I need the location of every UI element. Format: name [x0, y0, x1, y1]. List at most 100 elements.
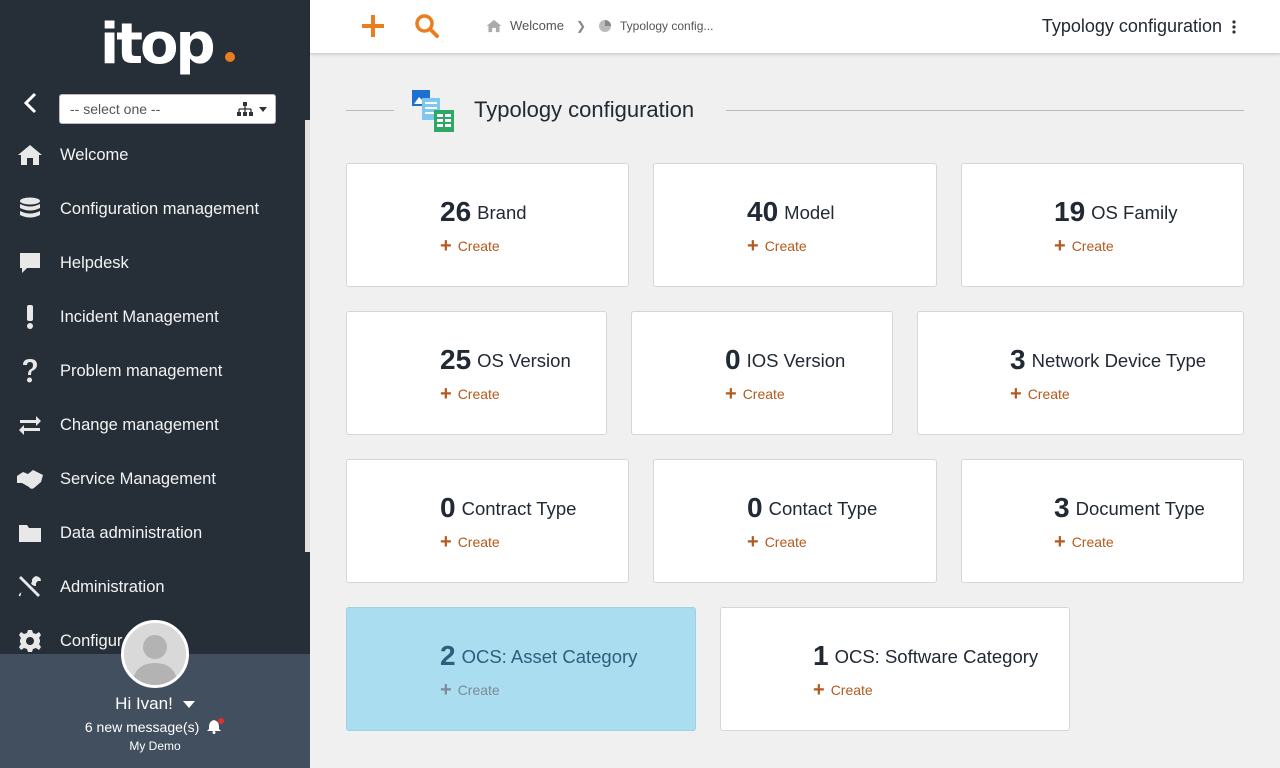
card-os-version[interactable]: 25 OS Version + Create — [346, 311, 607, 435]
sidebar-scrollbar[interactable] — [305, 120, 310, 552]
card-contact-type[interactable]: 0 Contact Type + Create — [653, 459, 937, 583]
create-brand-link[interactable]: + Create — [440, 235, 500, 257]
create-document-type-link[interactable]: + Create — [1054, 531, 1114, 553]
card-title: 3 Network Device Type — [1010, 344, 1206, 376]
card-brand[interactable]: 26 Brand + Create — [346, 163, 629, 287]
card-title: 0 Contact Type — [747, 492, 877, 524]
card-count: 0 — [725, 344, 741, 375]
card-count: 3 — [1010, 344, 1026, 375]
main-menu: Welcome Configuration management Helpdes… — [0, 128, 305, 668]
avatar[interactable] — [121, 620, 189, 688]
card-ocs-software-category[interactable]: 1 OCS: Software Category + Create — [720, 607, 1070, 731]
bell-icon — [207, 718, 225, 734]
create-label: Create — [1027, 386, 1070, 402]
create-os-family-link[interactable]: + Create — [1054, 236, 1114, 256]
card-count: 1 — [813, 640, 829, 671]
card-network-device-type[interactable]: 3 Network Device Type + Create — [917, 311, 1244, 435]
section-header: Typology configuration — [346, 86, 1244, 136]
create-label: Create — [764, 238, 807, 254]
card-ios-version[interactable]: 0 IOS Version + Create — [631, 311, 893, 435]
more-actions-icon[interactable] — [1232, 19, 1236, 35]
card-label: Model — [784, 202, 835, 223]
create-network-device-type-link[interactable]: + Create — [1010, 384, 1070, 404]
new-object-button[interactable] — [360, 13, 386, 39]
menu-item-administration[interactable]: Administration — [0, 560, 305, 614]
menu-item-label: Configuration management — [60, 199, 260, 218]
card-title: 19 OS Family — [1054, 196, 1178, 228]
menu-item-welcome[interactable]: Welcome — [0, 128, 305, 182]
menu-item-data-administration[interactable]: Data administration — [0, 506, 305, 560]
breadcrumb-welcome[interactable]: Welcome — [486, 18, 564, 33]
plus-icon — [362, 15, 384, 37]
messages-text: 6 new message(s) — [84, 719, 200, 735]
card-count: 26 — [440, 196, 472, 227]
card-count: 25 — [440, 344, 472, 375]
user-silhouette-icon — [124, 623, 186, 685]
card-model[interactable]: 40 Model + Create — [653, 163, 937, 287]
create-label: Create — [457, 682, 500, 698]
menu-item-label: Welcome — [60, 145, 129, 164]
menu-item-change-management[interactable]: Change management — [0, 398, 305, 452]
plus-icon: + — [813, 679, 825, 701]
create-model-link[interactable]: + Create — [747, 235, 807, 257]
plus-icon: + — [440, 531, 452, 553]
create-contract-type-link[interactable]: + Create — [440, 531, 500, 553]
menu-item-helpdesk[interactable]: Helpdesk — [0, 236, 305, 290]
breadcrumb-typology[interactable]: Typology config... — [598, 19, 713, 33]
card-title: 40 Model — [747, 196, 835, 228]
plus-icon: + — [747, 235, 759, 257]
global-search-button[interactable] — [414, 13, 440, 39]
plus-icon: + — [747, 531, 759, 553]
create-ocs-software-category-link[interactable]: + Create — [813, 679, 873, 701]
card-os-family[interactable]: 19 OS Family + Create — [961, 163, 1244, 287]
menu-item-label: Service Management — [60, 469, 216, 488]
create-os-version-link[interactable]: + Create — [440, 384, 500, 404]
menu-item-service-management[interactable]: Service Management — [0, 452, 305, 506]
chevron-right-icon: ❯ — [575, 18, 587, 33]
create-contact-type-link[interactable]: + Create — [747, 531, 807, 553]
breadcrumb-label: Welcome — [510, 18, 564, 33]
menu-item-incident-management[interactable]: Incident Management — [0, 290, 305, 344]
greeting-text: Hi Ivan! — [115, 694, 173, 713]
create-ios-version-link[interactable]: + Create — [725, 384, 785, 404]
card-document-type[interactable]: 3 Document Type + Create — [961, 459, 1244, 583]
divider — [346, 110, 394, 111]
menu-item-label: Helpdesk — [60, 253, 129, 272]
organization-select[interactable]: -- select one -- — [59, 94, 276, 124]
create-label: Create — [457, 534, 500, 550]
card-label: IOS Version — [746, 350, 846, 371]
card-title: 1 OCS: Software Category — [813, 640, 1038, 672]
card-title: 25 OS Version — [440, 344, 571, 376]
new-messages[interactable]: 6 new message(s) — [0, 718, 310, 735]
card-contract-type[interactable]: 0 Contract Type + Create — [346, 459, 629, 583]
menu-item-configuration-management[interactable]: Configuration management — [0, 182, 305, 236]
pie-chart-icon — [599, 19, 612, 32]
card-label: Brand — [477, 202, 527, 223]
create-ocs-asset-category-link[interactable]: + Create — [440, 680, 500, 700]
organization-select-value: -- select one -- — [70, 101, 161, 117]
plus-icon: + — [1054, 531, 1066, 553]
card-label: OS Version — [477, 350, 571, 371]
exclamation-icon — [16, 303, 44, 331]
card-label: OCS: Software Category — [834, 646, 1039, 667]
card-ocs-asset-category[interactable]: 2 OCS: Asset Category + Create — [346, 607, 696, 731]
create-label: Create — [1071, 534, 1114, 550]
menu-item-label: Administration — [60, 577, 165, 596]
card-label: Network Device Type — [1031, 350, 1207, 371]
card-label: Contact Type — [768, 498, 878, 519]
card-count: 19 — [1054, 196, 1086, 227]
collapse-sidebar-button[interactable] — [18, 90, 44, 116]
chevron-down-icon — [259, 107, 267, 112]
card-count: 2 — [440, 640, 456, 671]
exchange-icon — [16, 411, 44, 439]
user-greeting[interactable]: Hi Ivan! — [0, 694, 310, 714]
create-label: Create — [457, 238, 500, 254]
itop-logo[interactable]: itop — [100, 10, 240, 80]
card-count: 3 — [1054, 492, 1070, 523]
tools-icon — [16, 573, 44, 601]
folder-icon — [16, 519, 44, 547]
card-count: 0 — [440, 492, 456, 523]
menu-item-problem-management[interactable]: Problem management — [0, 344, 305, 398]
question-icon — [16, 357, 44, 385]
plus-icon: + — [440, 235, 452, 257]
